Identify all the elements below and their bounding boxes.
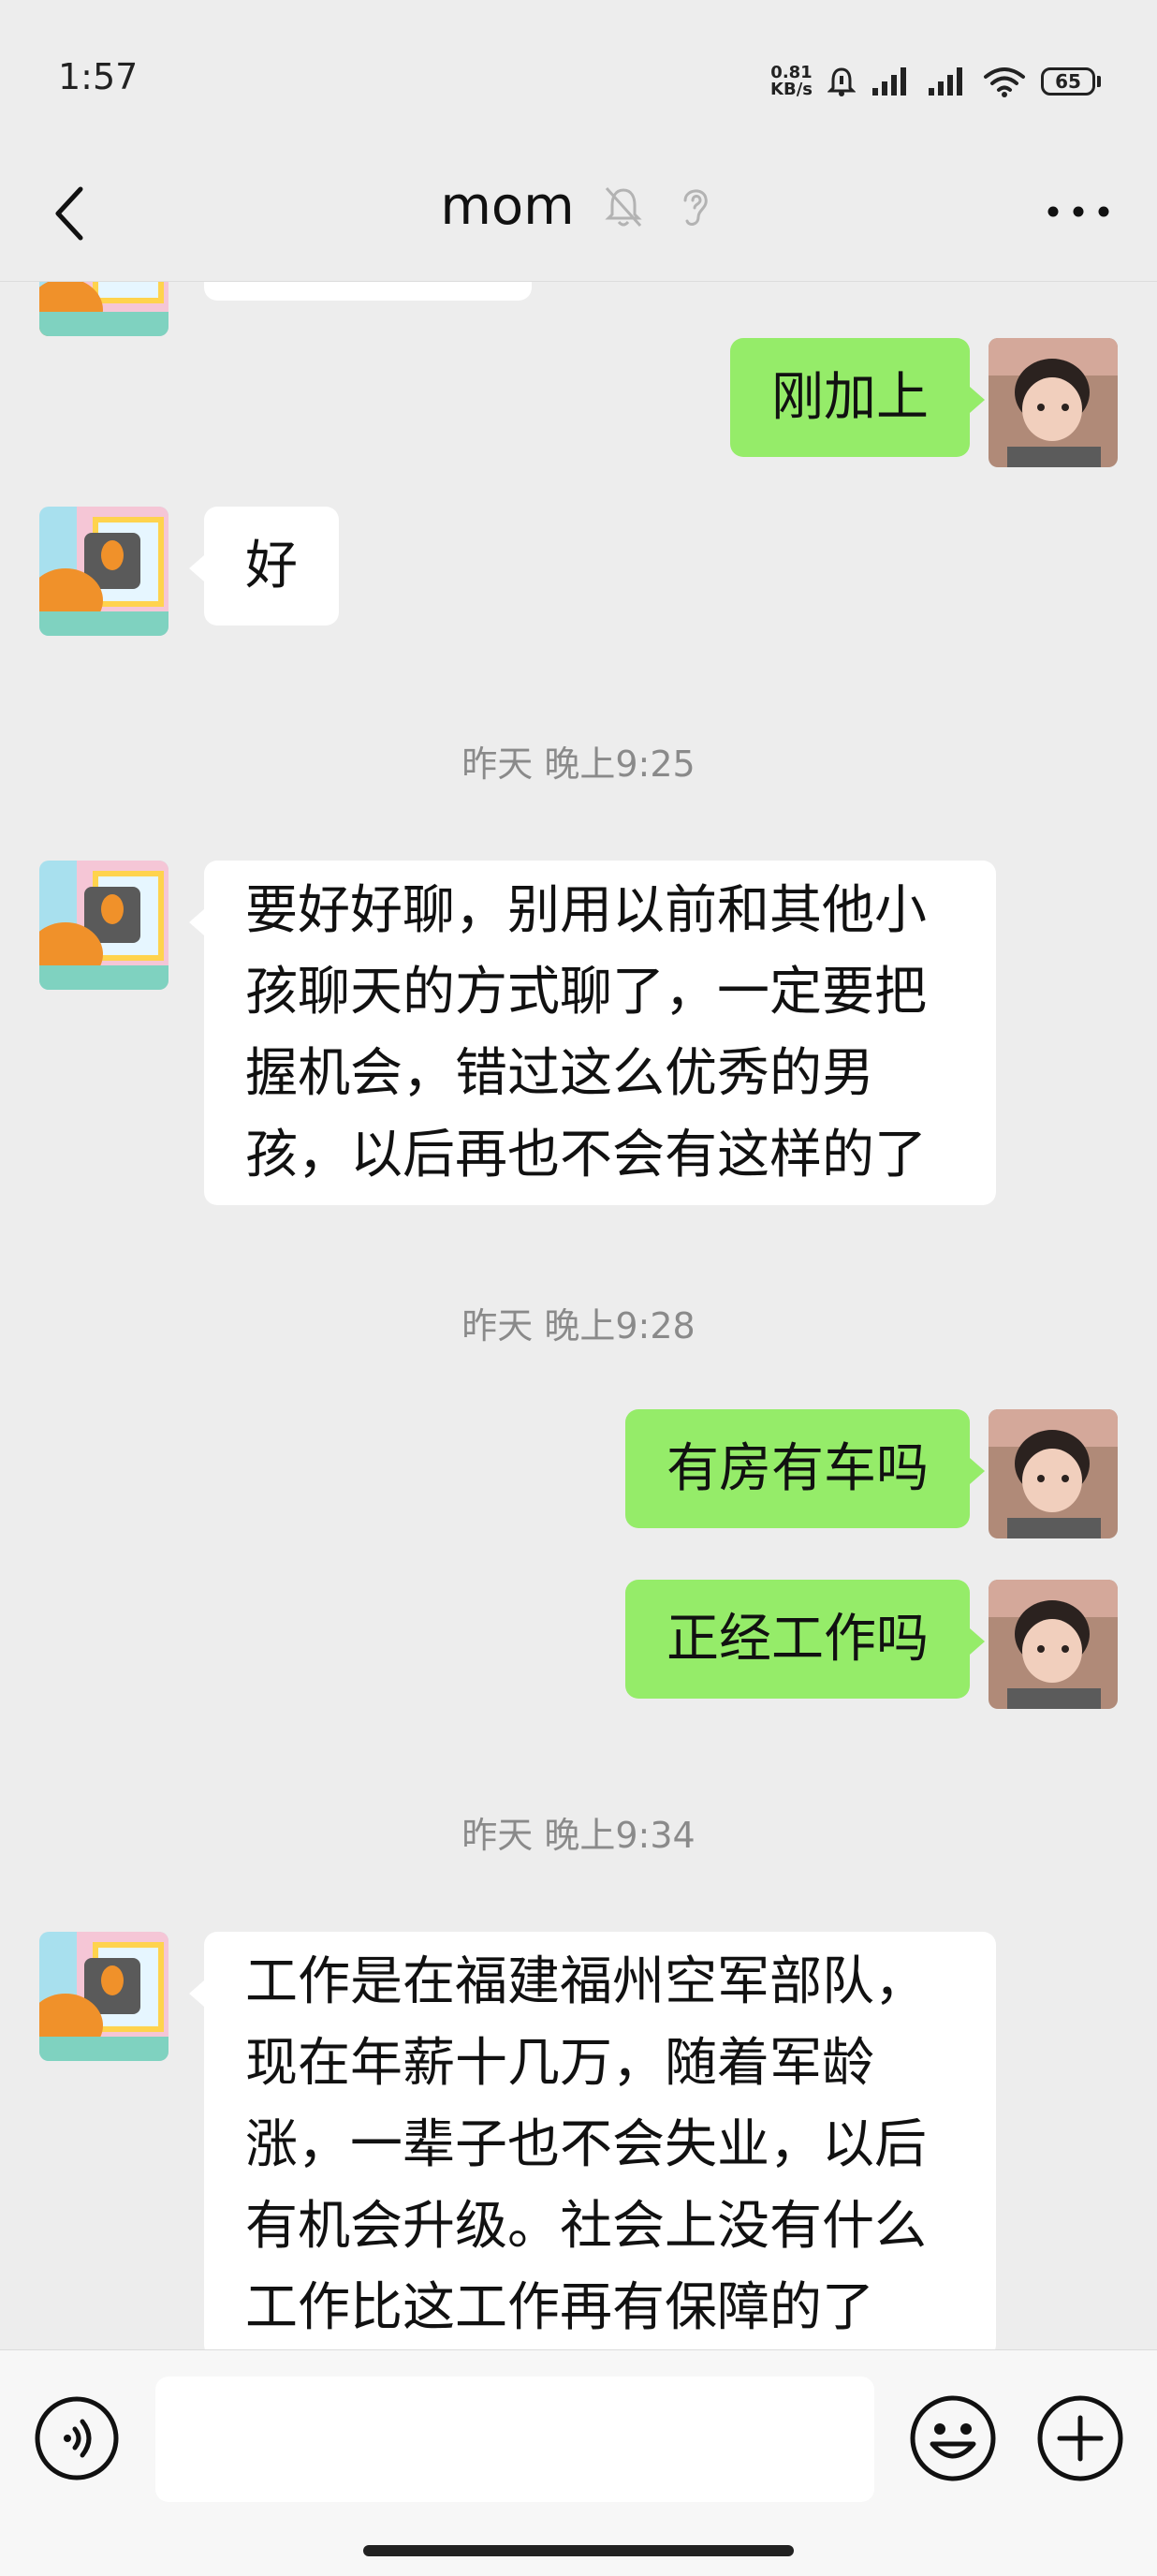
message-bubble-sent[interactable]: 有房有车吗: [625, 1409, 985, 1528]
status-icons: 0.81 KB/s 65: [770, 58, 1101, 105]
message-bubble-sent[interactable]: 正经工作吗: [625, 1580, 985, 1699]
status-time: 1:57: [58, 56, 139, 97]
message-row: 有房有车吗: [0, 1409, 1157, 1540]
mom-avatar[interactable]: [39, 861, 168, 990]
message-input[interactable]: [155, 2377, 874, 2502]
battery-level: 65: [1041, 67, 1095, 96]
message-bubble-sent[interactable]: 刚加上: [730, 338, 985, 457]
home-indicator[interactable]: [363, 2545, 794, 2556]
message-timestamp: 昨天 晚上9:25: [461, 743, 696, 785]
my-avatar[interactable]: [989, 1409, 1118, 1538]
my-avatar[interactable]: [989, 338, 1118, 467]
message-timestamp: 昨天 晚上9:28: [461, 1305, 696, 1347]
mom-avatar[interactable]: [39, 507, 168, 636]
signal-icon-2: [929, 67, 962, 96]
message-bubble-received[interactable]: 要好好聊，别用以前和其他小孩聊天的方式聊了，一定要把握机会，错过这么优秀的男孩，…: [189, 861, 996, 1205]
message-timestamp: 昨天 晚上9:34: [461, 1815, 696, 1856]
chat-title: mom: [440, 176, 575, 237]
my-avatar[interactable]: [989, 1580, 1118, 1709]
more-functions-button[interactable]: [1035, 2393, 1125, 2483]
mom-avatar[interactable]: [39, 1932, 168, 2061]
ear-icon: [672, 184, 717, 229]
chat-message-list[interactable]: 刚加上 好 昨天 晚上9:25 要好好聊，别用以前和其他小孩聊天的方式聊了，一定…: [0, 282, 1157, 2349]
net-speed: 0.81 KB/s: [770, 65, 813, 98]
more-options-button[interactable]: [1041, 184, 1116, 240]
voice-button[interactable]: [34, 2395, 120, 2481]
nav-bar: mom: [0, 150, 1157, 282]
message-row: 刚加上: [0, 338, 1157, 469]
plus-icon: [1037, 2395, 1123, 2481]
more-dots-icon: [1047, 206, 1109, 217]
mom-avatar[interactable]: [39, 282, 168, 336]
signal-icon-1: [872, 67, 906, 96]
voice-icon: [35, 2396, 119, 2480]
message-row: 工作是在福建福州空军部队，现在年薪十几万，随着军龄涨，一辈子也不会失业，以后有机…: [0, 1932, 1157, 2349]
message-row: 好: [0, 507, 1157, 638]
message-row-partial: [0, 282, 1157, 336]
nav-title-group: mom: [0, 176, 1157, 237]
message-bubble-received[interactable]: 好: [189, 507, 339, 626]
alarm-icon: [827, 67, 856, 96]
mute-bell-icon: [601, 184, 646, 229]
emoji-icon: [910, 2395, 996, 2481]
emoji-button[interactable]: [908, 2393, 998, 2483]
battery-icon: 65: [1041, 67, 1101, 96]
status-bar: 1:57 0.81 KB/s 65: [0, 0, 1157, 150]
message-bubble-received[interactable]: 工作是在福建福州空军部队，现在年薪十几万，随着军龄涨，一辈子也不会失业，以后有机…: [189, 1932, 996, 2349]
message-bubble-partial[interactable]: [204, 282, 532, 301]
wifi-icon: [984, 67, 1025, 97]
message-row: 正经工作吗: [0, 1580, 1157, 1711]
message-row: 要好好聊，别用以前和其他小孩聊天的方式聊了，一定要把握机会，错过这么优秀的男孩，…: [0, 861, 1157, 1235]
net-speed-unit: KB/s: [770, 80, 813, 99]
input-bar: [0, 2349, 1157, 2576]
